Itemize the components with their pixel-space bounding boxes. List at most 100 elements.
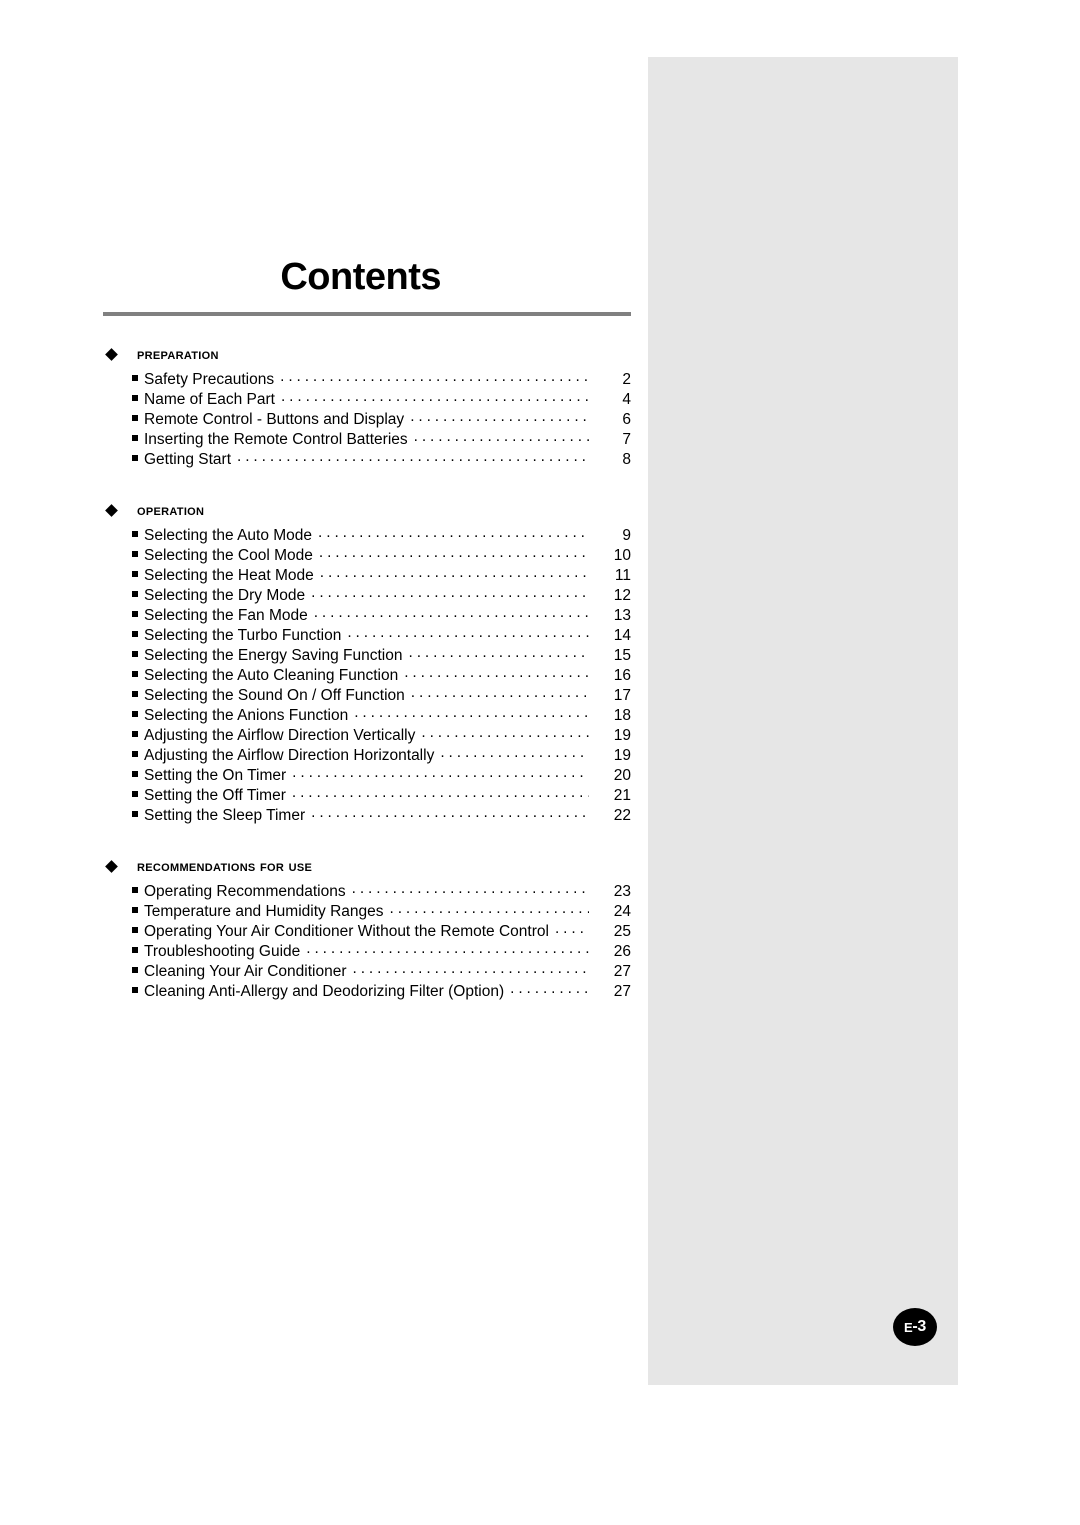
dot-leader: ........................................… bbox=[389, 900, 589, 917]
toc-entry-page-number: 20 bbox=[613, 767, 631, 784]
square-bullet-icon bbox=[132, 631, 138, 637]
toc-entry[interactable]: Temperature and Humidity Ranges.........… bbox=[103, 900, 631, 922]
square-bullet-icon bbox=[132, 395, 138, 401]
dot-leader: ........................................… bbox=[280, 388, 589, 405]
toc-entry-page-number: 21 bbox=[613, 787, 631, 804]
diamond-icon bbox=[105, 348, 118, 361]
toc-entry-label: Getting Start bbox=[144, 451, 232, 468]
toc-section-header: Recommendations for use bbox=[103, 858, 631, 875]
toc-entry-label: Selecting the Cool Mode bbox=[144, 547, 313, 564]
dot-leader: ........................................… bbox=[421, 724, 589, 741]
toc-entry-label: Temperature and Humidity Ranges bbox=[144, 903, 384, 920]
toc-entry-page-number: 10 bbox=[613, 547, 631, 564]
dot-leader: ........................................… bbox=[292, 764, 589, 781]
toc-entry-page-number: 13 bbox=[613, 607, 631, 624]
toc-entry-label: Safety Precautions bbox=[144, 371, 275, 388]
toc-entry-label: Selecting the Auto Cleaning Function bbox=[144, 667, 399, 684]
decorative-gray-panel bbox=[648, 57, 958, 1385]
dot-leader: ........................................… bbox=[410, 408, 589, 425]
toc-entry-page-number: 24 bbox=[613, 903, 631, 920]
dot-leader: ........................................… bbox=[291, 784, 589, 801]
square-bullet-icon bbox=[132, 887, 138, 893]
toc-entry-page-number: 9 bbox=[622, 527, 631, 544]
square-bullet-icon bbox=[132, 571, 138, 577]
square-bullet-icon bbox=[132, 987, 138, 993]
toc-entry-label: Setting the Off Timer bbox=[144, 787, 286, 804]
square-bullet-icon bbox=[132, 611, 138, 617]
toc-entry-label: Selecting the Fan Mode bbox=[144, 607, 308, 624]
toc-entry-page-number: 23 bbox=[613, 883, 631, 900]
toc-entry-label: Setting the Sleep Timer bbox=[144, 807, 306, 824]
toc-entry-page-number: 22 bbox=[613, 807, 631, 824]
square-bullet-icon bbox=[132, 967, 138, 973]
toc-entry-page-number: 17 bbox=[613, 687, 631, 704]
toc-section: Operation Selecting the Auto Mode........… bbox=[103, 502, 631, 826]
dot-leader: ........................................… bbox=[280, 368, 589, 385]
toc-section-title: Recommendations for use bbox=[137, 858, 313, 875]
dot-leader: ........................................… bbox=[354, 704, 589, 721]
square-bullet-icon bbox=[132, 375, 138, 381]
square-bullet-icon bbox=[132, 731, 138, 737]
dot-leader: ........................................… bbox=[404, 664, 589, 681]
toc-entry-label: Selecting the Anions Function bbox=[144, 707, 349, 724]
toc-entry-page-number: 2 bbox=[622, 371, 631, 388]
square-bullet-icon bbox=[132, 751, 138, 757]
dot-leader: ........................................… bbox=[313, 604, 589, 621]
page-badge-suffix: -3 bbox=[912, 1318, 926, 1335]
square-bullet-icon bbox=[132, 531, 138, 537]
square-bullet-icon bbox=[132, 551, 138, 557]
toc-entry-label: Operating Recommendations bbox=[144, 883, 346, 900]
toc-entry-page-number: 11 bbox=[614, 567, 631, 584]
square-bullet-icon bbox=[132, 455, 138, 461]
toc-section-title: Preparation bbox=[137, 346, 219, 363]
toc-entry-label: Setting the On Timer bbox=[144, 767, 287, 784]
toc-entry-page-number: 15 bbox=[613, 647, 631, 664]
toc-entry-label: Selecting the Heat Mode bbox=[144, 567, 314, 584]
toc-entry-label: Selecting the Auto Mode bbox=[144, 527, 313, 544]
toc-entry-page-number: 19 bbox=[613, 727, 631, 744]
toc-entry-label: Cleaning Your Air Conditioner bbox=[144, 963, 347, 980]
toc-sections: Preparation Safety Precautions...........… bbox=[103, 346, 631, 1002]
dot-leader: ........................................… bbox=[319, 564, 589, 581]
toc-entry[interactable]: Setting the Sleep Timer.................… bbox=[103, 804, 631, 826]
dot-leader: ........................................… bbox=[440, 744, 589, 761]
square-bullet-icon bbox=[132, 947, 138, 953]
square-bullet-icon bbox=[132, 811, 138, 817]
dot-leader: ........................................… bbox=[318, 524, 589, 541]
toc-entry-page-number: 14 bbox=[613, 627, 631, 644]
dot-leader: ........................................… bbox=[413, 428, 589, 445]
dot-leader: ........................................… bbox=[554, 920, 589, 937]
dot-leader: ........................................… bbox=[352, 960, 590, 977]
toc-section-title: Operation bbox=[137, 502, 205, 519]
diamond-icon bbox=[105, 860, 118, 873]
toc-entry-page-number: 19 bbox=[613, 747, 631, 764]
square-bullet-icon bbox=[132, 771, 138, 777]
square-bullet-icon bbox=[132, 415, 138, 421]
toc-entry[interactable]: Cleaning Anti-Allergy and Deodorizing Fi… bbox=[103, 980, 631, 1002]
toc-entry-label: Cleaning Anti-Allergy and Deodorizing Fi… bbox=[144, 983, 505, 1000]
dot-leader: ........................................… bbox=[351, 880, 589, 897]
toc-entry-page-number: 4 bbox=[622, 391, 631, 408]
toc-section: Preparation Safety Precautions...........… bbox=[103, 346, 631, 470]
toc-entry[interactable]: Getting Start...........................… bbox=[103, 448, 631, 470]
square-bullet-icon bbox=[132, 907, 138, 913]
dot-leader: ........................................… bbox=[311, 804, 589, 821]
toc-entry-label: Selecting the Dry Mode bbox=[144, 587, 306, 604]
square-bullet-icon bbox=[132, 711, 138, 717]
table-of-contents: Contents Preparation Safety Precautions..… bbox=[103, 255, 631, 1002]
square-bullet-icon bbox=[132, 435, 138, 441]
toc-entry-page-number: 8 bbox=[622, 451, 631, 468]
square-bullet-icon bbox=[132, 651, 138, 657]
dot-leader: ........................................… bbox=[237, 448, 589, 465]
toc-entry-label: Troubleshooting Guide bbox=[144, 943, 301, 960]
dot-leader: ........................................… bbox=[410, 684, 589, 701]
square-bullet-icon bbox=[132, 791, 138, 797]
toc-entry-page-number: 12 bbox=[613, 587, 631, 604]
toc-entry-label: Name of Each Part bbox=[144, 391, 275, 408]
toc-entry-label: Remote Control - Buttons and Display bbox=[144, 411, 405, 428]
toc-section-header: Operation bbox=[103, 502, 631, 519]
dot-leader: ........................................… bbox=[311, 584, 589, 601]
toc-entry-page-number: 7 bbox=[622, 431, 631, 448]
toc-section-header: Preparation bbox=[103, 346, 631, 363]
toc-entry-page-number: 6 bbox=[622, 411, 631, 428]
